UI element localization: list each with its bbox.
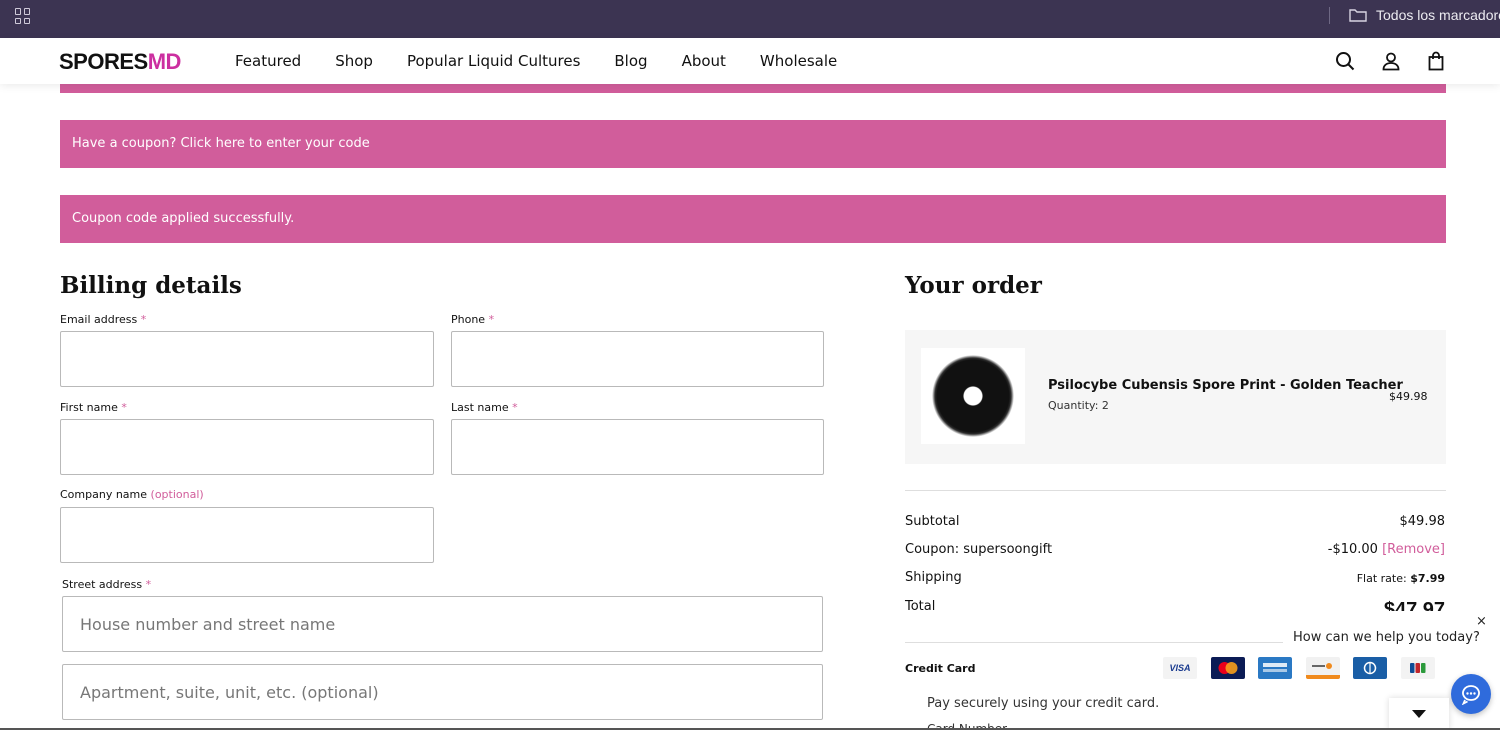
product-price: $49.98 (1389, 390, 1428, 403)
first-name-label-text: First name (60, 401, 118, 414)
total-label: Total (905, 599, 936, 614)
first-name-input[interactable] (78, 420, 433, 474)
nav-shop[interactable]: Shop (335, 52, 373, 70)
chat-prompt[interactable]: How can we help you today? (1283, 628, 1483, 647)
billing-title: Billing details (60, 272, 242, 299)
order-title: Your order (905, 272, 1042, 299)
site-logo[interactable]: SPORESMD (59, 49, 181, 75)
folder-icon[interactable] (1349, 8, 1367, 22)
amex-icon (1258, 657, 1292, 679)
nav-wholesale[interactable]: Wholesale (760, 52, 837, 70)
optional-mark: (optional) (150, 488, 204, 501)
payment-description: Pay securely using your credit card. (927, 696, 1160, 711)
mastercard-circles (1218, 662, 1237, 674)
street-address-2-field[interactable] (62, 664, 823, 720)
apps-grid-icon[interactable] (15, 8, 31, 24)
nav-blog[interactable]: Blog (614, 52, 647, 70)
required-mark: * (488, 313, 495, 326)
phone-field[interactable] (451, 331, 824, 387)
shipping-method: Flat rate: (1356, 572, 1407, 585)
order-item-card: Psilocybe Cubensis Spore Print - Golden … (905, 330, 1446, 464)
discover-icon (1305, 657, 1340, 679)
nav-popular-liquid-cultures[interactable]: Popular Liquid Cultures (407, 52, 580, 70)
shipping-value: Flat rate: $7.99 (1357, 572, 1445, 585)
shipping-price: $7.99 (1410, 572, 1445, 585)
coupon-discount: -$10.00 (1327, 542, 1378, 557)
jcb-mark (1409, 663, 1425, 673)
shipping-label: Shipping (905, 570, 962, 585)
required-mark: * (140, 313, 147, 326)
required-mark: * (512, 401, 518, 414)
main-nav: Featured Shop Popular Liquid Cultures Bl… (235, 52, 871, 70)
last-name-input[interactable] (469, 420, 823, 474)
order-divider (905, 490, 1446, 491)
total-value: $47.97 (1383, 599, 1445, 611)
email-field[interactable] (60, 331, 434, 387)
account-icon[interactable] (1381, 51, 1401, 71)
logo-text-accent: MD (147, 49, 182, 74)
credit-card-label[interactable]: Credit Card (905, 662, 976, 675)
company-label-text: Company name (60, 488, 148, 501)
company-label: Company name (optional) (60, 488, 204, 501)
last-name-label-text: Last name (451, 401, 509, 414)
subtotal-value: $49.98 (1399, 514, 1446, 529)
bookmarks-separator (1329, 7, 1330, 24)
coupon-label: Coupon: supersoongift (905, 542, 1053, 557)
coupon-row-value: -$10.00 [Remove] (1328, 542, 1445, 557)
email-label: Email address * (60, 313, 146, 326)
scroll-down-button[interactable] (1389, 698, 1449, 730)
subtotal-label: Subtotal (905, 514, 960, 529)
required-mark: * (145, 578, 152, 591)
chat-close-button[interactable]: × (1476, 614, 1487, 629)
remove-coupon-link[interactable]: [Remove] (1382, 542, 1445, 557)
product-quantity: Quantity: 2 (1048, 399, 1109, 412)
street-address-field[interactable] (62, 596, 823, 652)
bookmarks-bar: Todos los marcadores (0, 0, 1500, 38)
phone-label-text: Phone (451, 313, 486, 326)
logo-text-main: SPORES (59, 49, 148, 74)
street-address-input[interactable] (80, 597, 822, 651)
spore-print-image (932, 355, 1014, 437)
site-header: SPORESMD Featured Shop Popular Liquid Cu… (0, 38, 1500, 84)
bookmarks-folder-label[interactable]: Todos los marcadores (1376, 7, 1500, 23)
cart-icon[interactable] (1427, 51, 1445, 71)
last-name-field[interactable] (451, 419, 824, 475)
mastercard-icon (1210, 657, 1245, 679)
required-mark: * (121, 401, 127, 414)
last-name-label: Last name * (451, 401, 518, 414)
card-logos: VISA (1163, 657, 1448, 679)
first-name-field[interactable] (60, 419, 434, 475)
coupon-success-notice: Coupon code applied successfully. (60, 195, 1446, 243)
caret-down-icon (1412, 710, 1426, 718)
search-icon[interactable] (1335, 51, 1355, 71)
street-label: Street address * (62, 578, 151, 591)
header-icons (1309, 51, 1445, 71)
street-label-text: Street address (62, 578, 143, 591)
amex-mark (1263, 663, 1287, 672)
nav-about[interactable]: About (682, 52, 726, 70)
phone-input[interactable] (469, 332, 823, 386)
product-name: Psilocybe Cubensis Spore Print - Golden … (1048, 378, 1403, 393)
email-input[interactable] (78, 332, 433, 386)
visa-icon: VISA (1163, 657, 1197, 679)
email-label-text: Email address (60, 313, 138, 326)
notice-strip (60, 84, 1446, 93)
product-image (921, 348, 1025, 444)
company-input[interactable] (78, 508, 433, 562)
nav-featured[interactable]: Featured (235, 52, 301, 70)
discover-mark (1311, 663, 1332, 669)
chat-launcher-button[interactable] (1451, 674, 1491, 714)
diners-mark (1363, 661, 1377, 675)
jcb-icon (1400, 657, 1435, 679)
coupon-prompt-notice[interactable]: Have a coupon? Click here to enter your … (60, 120, 1446, 168)
street-address-2-input[interactable] (80, 665, 822, 719)
chat-icon (1461, 685, 1480, 705)
first-name-label: First name * (60, 401, 127, 414)
diners-icon (1353, 657, 1387, 679)
company-field[interactable] (60, 507, 434, 563)
phone-label: Phone * (451, 313, 494, 326)
